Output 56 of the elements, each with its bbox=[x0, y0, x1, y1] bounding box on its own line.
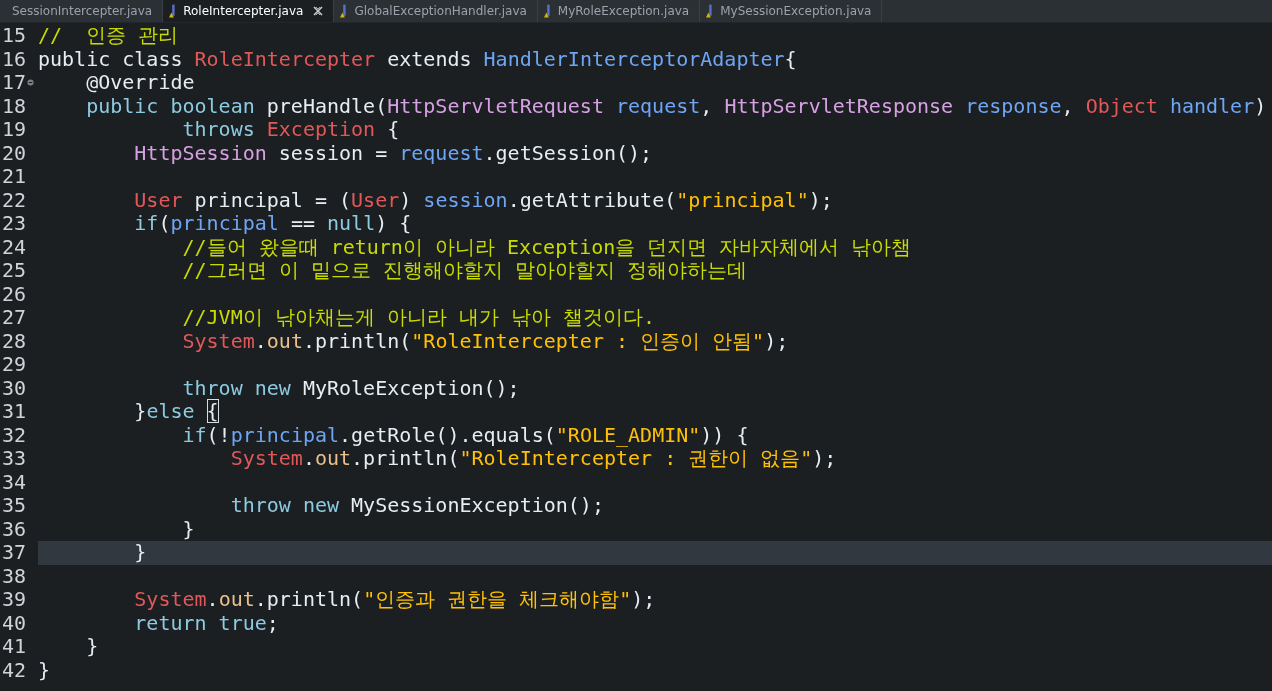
line-number: 34 bbox=[1, 470, 27, 494]
line-number: 41 bbox=[1, 635, 27, 659]
code-line: HttpSession session = request.getSession(); bbox=[133, 141, 654, 165]
line-number: 21 bbox=[1, 165, 27, 189]
line-number: 17 bbox=[1, 71, 27, 95]
code-line: }else { bbox=[133, 400, 220, 424]
editor-tab[interactable]: MyRoleException.java bbox=[537, 0, 701, 22]
line-number: 30 bbox=[1, 376, 27, 400]
line-number: 23 bbox=[1, 212, 27, 236]
line-number: 15 bbox=[1, 24, 27, 48]
code-line: System.out.println("RoleIntercepter : 인증이 안됨"); bbox=[181, 329, 790, 353]
close-icon[interactable] bbox=[313, 6, 324, 16]
code-line: //JVM이 낚아채는게 아니라 내가 낚아 챌것이다. bbox=[181, 306, 656, 330]
code-line: } bbox=[85, 635, 100, 659]
code-line: System.out.println("RoleIntercepter : 권한이 없음"); bbox=[229, 447, 838, 471]
line-number: 24 bbox=[1, 235, 27, 259]
line-number: 32 bbox=[1, 423, 27, 447]
line-number: 36 bbox=[1, 517, 27, 541]
code-line: if(!principal.getRole().equals("ROLE_ADMIN")) { bbox=[181, 423, 750, 447]
line-number: 22 bbox=[1, 188, 27, 212]
code-line: User principal = (User) session.getAttribute("principal"); bbox=[133, 188, 834, 212]
code-line: throw new MySessionException(); bbox=[229, 494, 605, 518]
code-line: public class RoleIntercepter extends HandlerInterceptorAdapter{ bbox=[38, 47, 798, 71]
code-line: throws Exception { bbox=[181, 118, 401, 142]
line-number: 26 bbox=[1, 282, 27, 306]
code-line: } bbox=[38, 658, 52, 682]
code-line: //들어 왔을때 return이 아니라 Exception을 던지면 자바자체에서 낚아챔 bbox=[181, 235, 913, 259]
line-number: 33 bbox=[1, 447, 27, 471]
code-line: //그러면 이 밑으로 진행해야할지 말아야할지 정해야하는데 bbox=[181, 259, 748, 283]
line-number: 25 bbox=[1, 259, 27, 283]
code-line: System.out.println("인증과 권한을 체크해야함"); bbox=[133, 588, 657, 612]
editor-tab[interactable]: RoleIntercepter.java bbox=[163, 0, 335, 22]
code-line: @Override bbox=[85, 71, 196, 95]
line-number: 38 bbox=[1, 564, 27, 588]
line-number: 18 bbox=[1, 94, 27, 118]
line-number: 16 bbox=[1, 47, 27, 71]
line-number: 37 bbox=[1, 541, 27, 565]
code-line: throw new MyRoleException(); bbox=[181, 376, 521, 400]
line-number: 39 bbox=[1, 588, 27, 612]
editor-tab[interactable]: MySessionException.java bbox=[700, 0, 883, 22]
line-number: 31 bbox=[1, 400, 27, 424]
editor-tab[interactable]: GlobalExceptionHandler.java bbox=[334, 0, 538, 22]
line-number: 40 bbox=[1, 611, 27, 635]
line-number: 29 bbox=[1, 353, 27, 377]
line-number: 42 bbox=[1, 658, 27, 682]
line-number: 20 bbox=[1, 141, 27, 165]
collapse-icon[interactable] bbox=[27, 79, 35, 87]
code-line: return true; bbox=[133, 611, 280, 635]
code-line: // 인증 관리 bbox=[38, 24, 180, 48]
line-number: 35 bbox=[1, 494, 27, 518]
code-line: if(principal == null) { bbox=[133, 212, 413, 236]
code-line: } bbox=[181, 517, 196, 541]
line-number: 28 bbox=[1, 329, 27, 353]
code-line: public boolean preHandle(HttpServletRequest request, HttpServletResponse response, Object handler) bbox=[85, 94, 1268, 118]
line-number: 27 bbox=[1, 306, 27, 330]
line-number: 19 bbox=[1, 118, 27, 142]
